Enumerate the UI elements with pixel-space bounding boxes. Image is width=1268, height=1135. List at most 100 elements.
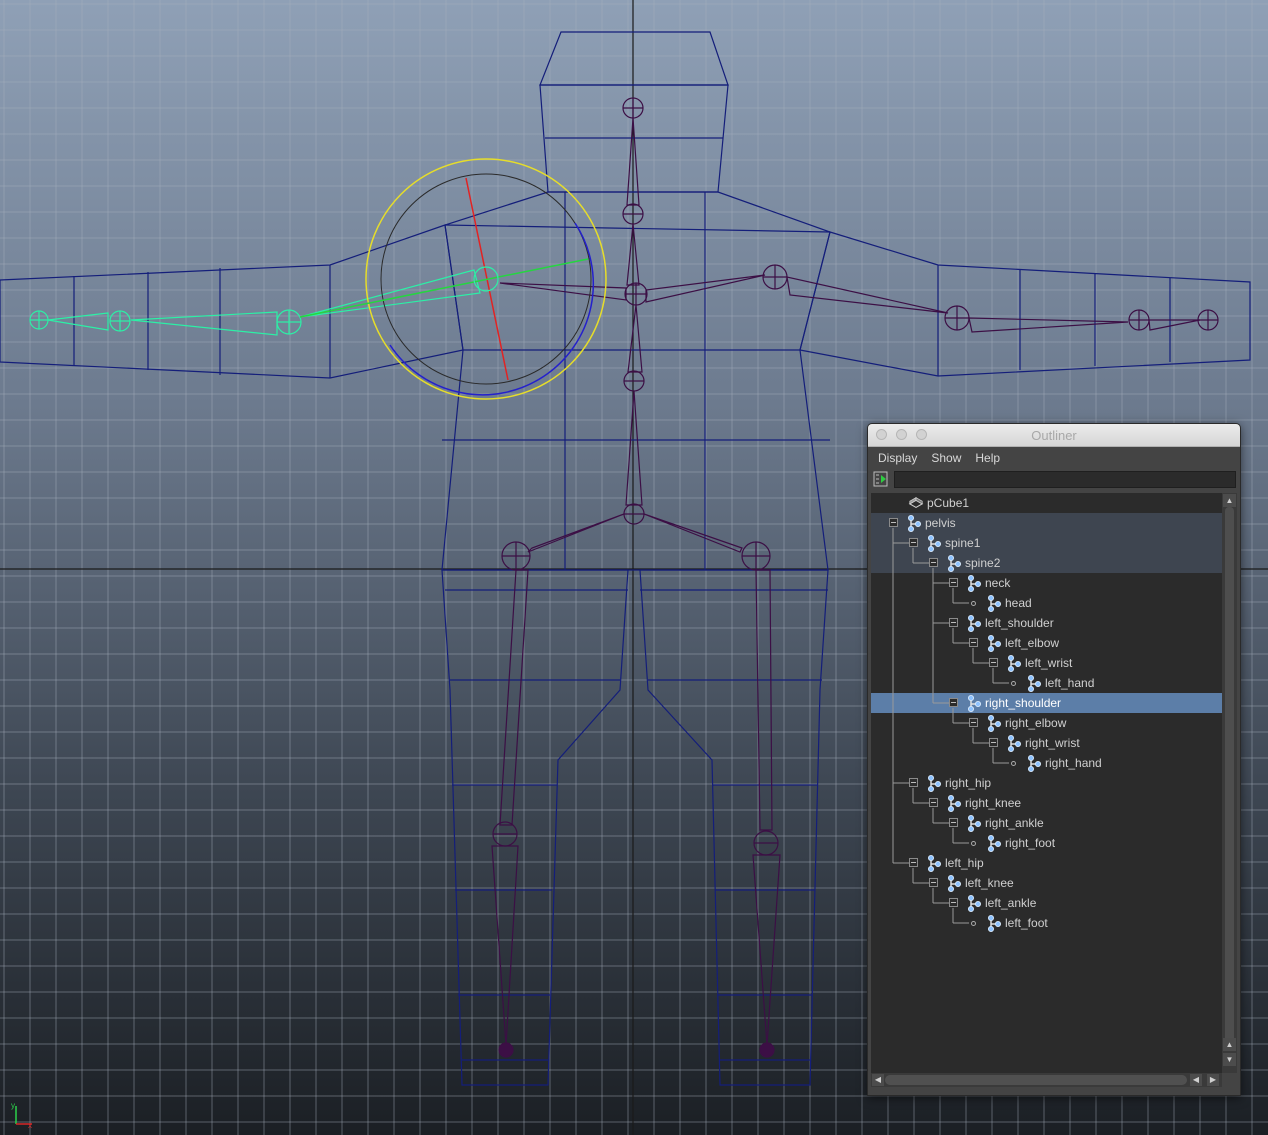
outliner-row-left-wrist[interactable]: left_wrist [871, 653, 1222, 673]
collapse-toggle-icon[interactable] [949, 618, 958, 627]
joint-icon [908, 515, 921, 532]
collapse-toggle-icon[interactable] [969, 638, 978, 647]
outliner-tree[interactable]: pCube1 pelvis spine1 spine2 neck head left_sho… [871, 493, 1222, 1073]
outliner-row-neck[interactable]: neck [871, 573, 1222, 593]
outliner-row-left-shoulder[interactable]: left_shoulder [871, 613, 1222, 633]
outliner-row-left-hip[interactable]: left_hip [871, 853, 1222, 873]
outliner-menubar: Display Show Help [868, 447, 1240, 469]
outliner-item-label: right_wrist [1025, 736, 1080, 750]
outliner-row-right-knee[interactable]: right_knee [871, 793, 1222, 813]
outliner-row-right-foot[interactable]: right_foot [871, 833, 1222, 853]
outliner-window[interactable]: Outliner Display Show Help pCube1 pelvis s… [867, 423, 1241, 1096]
joint-icon [968, 815, 981, 832]
collapse-toggle-icon[interactable] [929, 798, 938, 807]
outliner-item-label: right_elbow [1005, 716, 1067, 730]
collapse-toggle-icon[interactable] [989, 658, 998, 667]
outliner-item-label: spine2 [965, 556, 1001, 570]
collapse-toggle-icon[interactable] [949, 818, 958, 827]
joint-icon [948, 555, 961, 572]
selected-joint-chain[interactable] [29, 269, 481, 336]
outliner-item-label: right_knee [965, 796, 1022, 810]
rotate-z-ring[interactable] [389, 222, 594, 396]
outliner-row-left-foot[interactable]: left_foot [871, 913, 1222, 933]
collapse-toggle-icon[interactable] [909, 778, 918, 787]
joint-icon [988, 715, 1001, 732]
outliner-item-label: neck [985, 576, 1011, 590]
outliner-row-left-knee[interactable]: left_knee [871, 873, 1222, 893]
outliner-row-left-elbow[interactable]: left_elbow [871, 633, 1222, 653]
collapse-toggle-icon[interactable] [949, 898, 958, 907]
menu-show[interactable]: Show [927, 451, 965, 465]
outliner-row-right-hip[interactable]: right_hip [871, 773, 1222, 793]
collapse-toggle-icon[interactable] [929, 558, 938, 567]
window-title: Outliner [1031, 428, 1077, 443]
joint-icon [1008, 655, 1021, 672]
filter-row [868, 469, 1240, 491]
horizontal-scroll-thumb[interactable] [885, 1075, 1187, 1085]
joint-icon [1028, 755, 1041, 772]
vertical-scroll-thumb[interactable] [1225, 507, 1234, 1042]
outliner-item-label: right_ankle [985, 816, 1044, 830]
collapse-toggle-icon[interactable] [909, 538, 918, 547]
joint-icon [968, 615, 981, 632]
outliner-item-label: left_shoulder [985, 616, 1054, 630]
leaf-dot-icon [971, 601, 976, 606]
outliner-row-right-shoulder[interactable]: right_shoulder [871, 693, 1222, 713]
leaf-dot-icon [1011, 681, 1016, 686]
scroll-left-icon[interactable]: ◀ [872, 1074, 884, 1086]
outliner-item-label: left_knee [965, 876, 1014, 890]
collapse-toggle-icon[interactable] [909, 858, 918, 867]
scroll-up-top-icon[interactable]: ▲ [1223, 494, 1236, 507]
collapse-toggle-icon[interactable] [949, 578, 958, 587]
collapse-toggle-icon[interactable] [989, 738, 998, 747]
menu-display[interactable]: Display [874, 451, 921, 465]
outliner-row-right-ankle[interactable]: right_ankle [871, 813, 1222, 833]
joint-icon [948, 875, 961, 892]
leaf-dot-icon [971, 921, 976, 926]
collapse-toggle-icon[interactable] [889, 518, 898, 527]
filter-icon[interactable] [873, 471, 888, 487]
filter-input[interactable] [894, 471, 1236, 488]
rotate-y-ring[interactable] [299, 258, 589, 318]
scroll-left-end-icon[interactable]: ◀ [1190, 1074, 1202, 1086]
outliner-item-label: right_hip [945, 776, 992, 790]
outliner-row-pcube1[interactable]: pCube1 [871, 493, 1222, 513]
axis-y-label: y [11, 1101, 15, 1110]
axis-x-label: x [28, 1121, 32, 1130]
joint-icon [1008, 735, 1021, 752]
outliner-item-label: right_hand [1045, 756, 1102, 770]
outliner-row-right-wrist[interactable]: right_wrist [871, 733, 1222, 753]
outliner-item-label: spine1 [945, 536, 981, 550]
outliner-row-head[interactable]: head [871, 593, 1222, 613]
mesh-icon [908, 497, 924, 509]
vertical-scrollbar[interactable]: ▲ ▲ ▼ [1222, 493, 1237, 1073]
joint-icon [928, 775, 941, 792]
outliner-item-label: right_shoulder [985, 696, 1062, 710]
collapse-toggle-icon[interactable] [969, 718, 978, 727]
joint-icon [968, 895, 981, 912]
horizontal-scrollbar[interactable]: ◀ ◀ ▶ [871, 1073, 1222, 1087]
joint-icon [968, 695, 981, 712]
joint-icon [948, 795, 961, 812]
collapse-toggle-icon[interactable] [929, 878, 938, 887]
outliner-row-right-elbow[interactable]: right_elbow [871, 713, 1222, 733]
outliner-item-label: head [1005, 596, 1032, 610]
menu-help[interactable]: Help [971, 451, 1004, 465]
outliner-row-spine2[interactable]: spine2 [871, 553, 1222, 573]
outliner-titlebar[interactable]: Outliner [868, 424, 1240, 447]
outliner-row-right-hand[interactable]: right_hand [871, 753, 1222, 773]
joint-icon [988, 835, 1001, 852]
collapse-toggle-icon[interactable] [949, 698, 958, 707]
joint-icon [988, 595, 1001, 612]
outliner-item-label: left_wrist [1025, 656, 1073, 670]
scroll-up-icon[interactable]: ▲ [1223, 1038, 1236, 1051]
leaf-dot-icon [1011, 761, 1016, 766]
outliner-row-spine1[interactable]: spine1 [871, 533, 1222, 553]
outliner-row-left-hand[interactable]: left_hand [871, 673, 1222, 693]
outliner-item-label: left_hand [1045, 676, 1095, 690]
scroll-down-icon[interactable]: ▼ [1223, 1053, 1236, 1066]
outliner-row-left-ankle[interactable]: left_ankle [871, 893, 1222, 913]
scroll-right-icon[interactable]: ▶ [1207, 1074, 1219, 1086]
outliner-row-pelvis[interactable]: pelvis [871, 513, 1222, 533]
outliner-item-label: pelvis [925, 516, 956, 530]
